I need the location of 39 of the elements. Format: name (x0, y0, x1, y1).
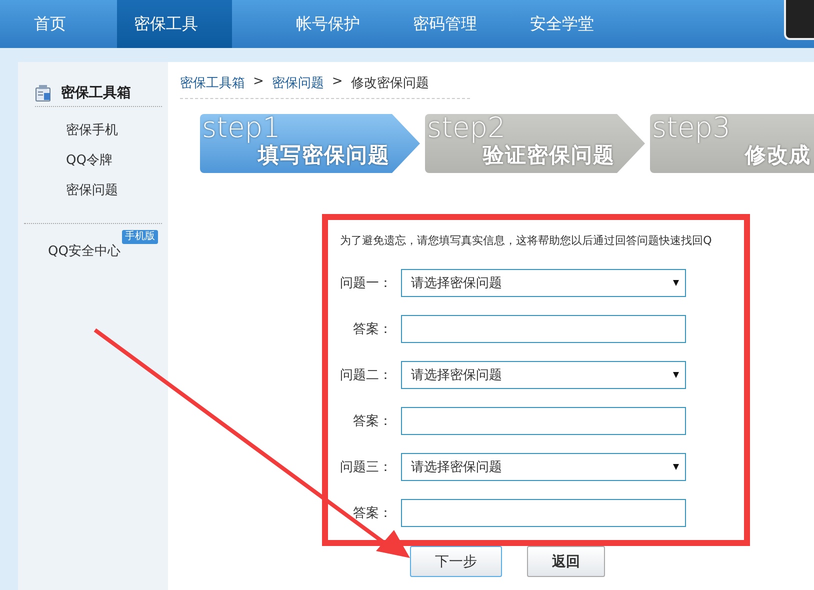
nav-tab[interactable]: 密码管理 (379, 0, 496, 48)
back-button[interactable]: 返回 (527, 546, 605, 577)
next-button[interactable]: 下一步 (410, 546, 502, 577)
breadcrumb-separator: > (253, 74, 264, 91)
breadcrumb-separator: > (332, 74, 343, 91)
intro-text: 为了避免遗忘，请您填写真实信息，这将帮助您以后通过回答问题快速找回Q (340, 233, 713, 249)
field-label: 问题三： (340, 459, 392, 476)
question-dropdown[interactable]: 请选择密保问题 (401, 453, 686, 481)
sidebar-item[interactable]: QQ安全中心 (48, 244, 120, 259)
step-banner: step3 修改成 (650, 114, 814, 173)
field-label: 答案： (352, 505, 392, 522)
sidebar-item[interactable]: 密保问题 (66, 181, 162, 201)
breadcrumb-current: 修改密保问题 (350, 75, 429, 92)
step-banner: step2 验证密保问题 (425, 114, 645, 173)
dropdown-caret-icon (673, 280, 679, 286)
question-dropdown[interactable]: 请选择密保问题 (401, 361, 686, 389)
nav-tab[interactable]: 密保工具 (117, 0, 232, 48)
phone-drawing (784, 0, 814, 40)
question-dropdown[interactable]: 请选择密保问题 (401, 269, 686, 297)
toolbox-icon (35, 84, 53, 102)
breadcrumb-link[interactable]: 密保问题 (272, 74, 324, 92)
answer-input-field[interactable] (401, 499, 686, 527)
mobile-badge: 手机版 (122, 230, 158, 244)
sidebar-title: 密保工具箱 (61, 84, 131, 102)
answer-input-field[interactable] (401, 407, 686, 435)
dropdown-caret-icon (673, 372, 679, 378)
answer-input-field[interactable] (401, 315, 686, 343)
nav-tab[interactable]: 安全学堂 (496, 0, 613, 48)
step-banner: step1 填写密保问题 (200, 114, 420, 173)
field-label: 问题一： (340, 275, 392, 292)
dropdown-caret-icon (673, 464, 679, 470)
field-label: 答案： (352, 413, 392, 430)
sidebar-item[interactable]: QQ令牌 (66, 151, 162, 171)
sidebar-item[interactable]: 密保手机 (66, 121, 162, 141)
field-label: 答案： (352, 321, 392, 338)
breadcrumb-link[interactable]: 密保工具箱 (180, 74, 245, 92)
field-label: 问题二： (340, 367, 392, 384)
nav-tab[interactable]: 首页 (0, 0, 117, 48)
nav-tab[interactable]: 帐号保护 (262, 0, 379, 48)
